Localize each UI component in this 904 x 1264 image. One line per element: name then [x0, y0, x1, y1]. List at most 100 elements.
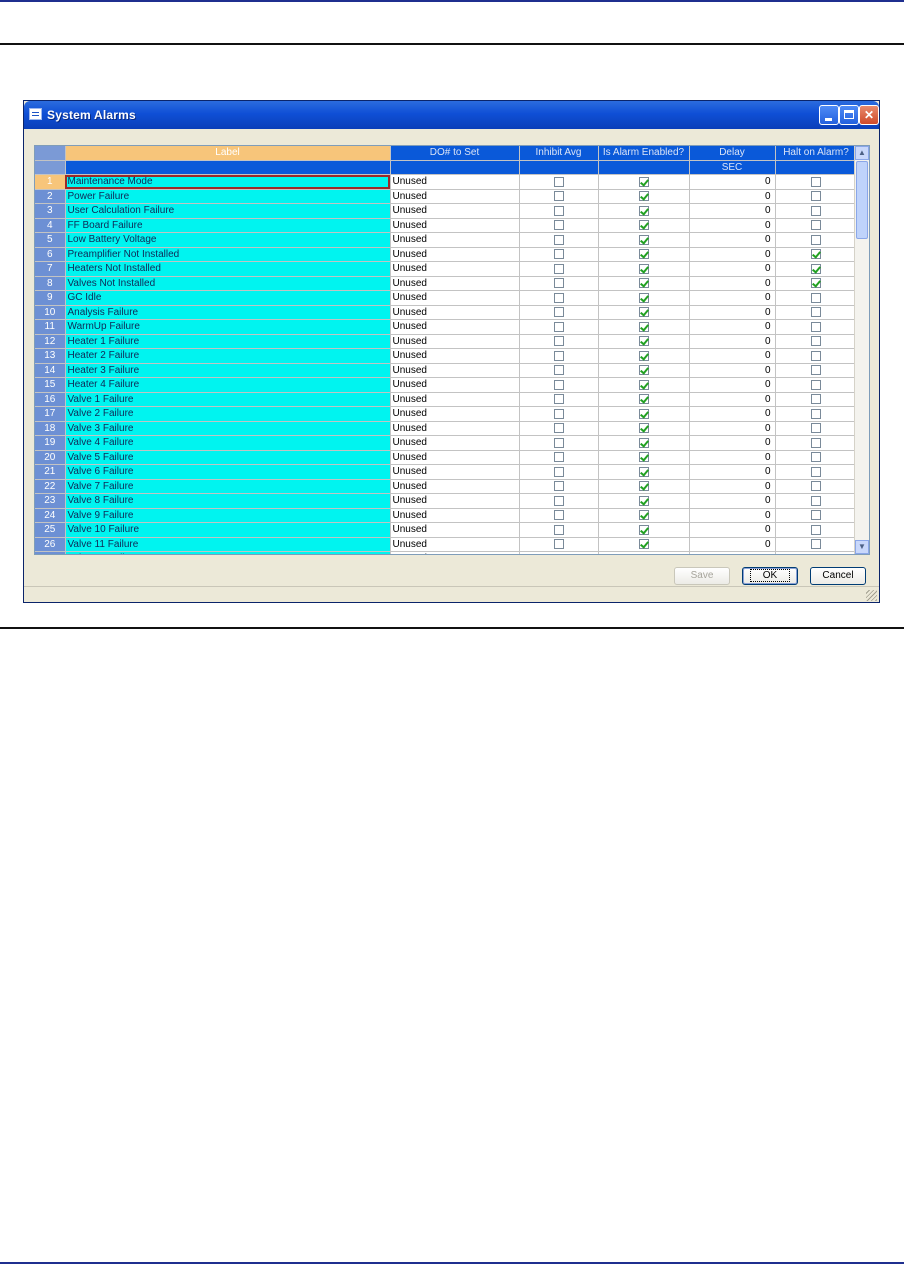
halt-on-alarm-checkbox[interactable] — [811, 321, 821, 332]
alarm-label-cell[interactable]: Valve 12 Failure — [65, 551, 391, 554]
alarm-enabled-checkbox[interactable] — [638, 205, 649, 216]
do-to-set-cell[interactable]: Unused — [390, 435, 520, 451]
delay-cell[interactable]: 0 — [689, 348, 776, 364]
alarm-label-cell[interactable]: Analysis Failure — [65, 305, 391, 320]
delay-cell[interactable]: 0 — [689, 464, 776, 480]
table-row[interactable]: 10 Analysis Failure Unused 0 — [35, 305, 858, 320]
row-number[interactable]: 26 — [35, 537, 66, 552]
do-to-set-cell[interactable]: Unused — [390, 421, 520, 436]
inhibit-avg-checkbox[interactable] — [553, 220, 564, 231]
table-row[interactable]: 13 Heater 2 Failure Unused 0 — [35, 348, 858, 364]
table-row[interactable]: 19 Valve 4 Failure Unused 0 — [35, 435, 858, 451]
inhibit-avg-checkbox[interactable] — [553, 365, 564, 376]
do-to-set-cell[interactable]: Unused — [390, 522, 520, 538]
inhibit-avg-checkbox[interactable] — [553, 176, 564, 187]
column-header-enabled[interactable]: Is Alarm Enabled? — [598, 146, 690, 161]
alarm-label-cell[interactable]: Maintenance Mode — [65, 174, 391, 190]
halt-on-alarm-checkbox[interactable] — [811, 249, 821, 260]
alarm-enabled-checkbox[interactable] — [638, 394, 649, 405]
row-number[interactable]: 20 — [35, 450, 66, 465]
delay-cell[interactable]: 0 — [689, 290, 776, 306]
alarm-enabled-checkbox[interactable] — [638, 336, 649, 347]
table-row[interactable]: 2 Power Failure Unused 0 — [35, 189, 858, 204]
delay-cell[interactable]: 0 — [689, 203, 776, 219]
cancel-button[interactable]: Cancel — [810, 567, 866, 585]
alarm-label-cell[interactable]: Heater 4 Failure — [65, 377, 391, 393]
row-number[interactable]: 19 — [35, 435, 66, 451]
inhibit-avg-checkbox[interactable] — [553, 278, 564, 289]
maximize-button[interactable] — [839, 105, 859, 125]
delay-cell[interactable]: 0 — [689, 435, 776, 451]
halt-on-alarm-checkbox[interactable] — [811, 452, 821, 463]
alarm-label-cell[interactable]: Low Battery Voltage — [65, 232, 391, 248]
do-to-set-cell[interactable]: Unused — [390, 493, 520, 509]
delay-cell[interactable]: 0 — [689, 319, 776, 335]
halt-on-alarm-checkbox[interactable] — [811, 234, 821, 245]
do-to-set-cell[interactable]: Unused — [390, 189, 520, 204]
inhibit-avg-checkbox[interactable] — [553, 553, 564, 554]
column-header-delay[interactable]: Delay — [689, 146, 776, 161]
table-row[interactable]: 25 Valve 10 Failure Unused 0 — [35, 522, 858, 538]
alarm-label-cell[interactable]: Valve 10 Failure — [65, 522, 391, 538]
row-number[interactable]: 2 — [35, 189, 66, 204]
column-header-inhibit[interactable]: Inhibit Avg — [519, 146, 599, 161]
alarm-label-cell[interactable]: Valve 3 Failure — [65, 421, 391, 436]
halt-on-alarm-checkbox[interactable] — [811, 336, 821, 347]
table-row[interactable]: 11 WarmUp Failure Unused 0 — [35, 319, 858, 335]
alarm-enabled-checkbox[interactable] — [638, 249, 649, 260]
inhibit-avg-checkbox[interactable] — [553, 263, 564, 274]
do-to-set-cell[interactable]: Unused — [390, 406, 520, 422]
alarm-label-cell[interactable]: Valve 2 Failure — [65, 406, 391, 422]
table-row[interactable]: 20 Valve 5 Failure Unused 0 — [35, 450, 858, 465]
table-row[interactable]: 12 Heater 1 Failure Unused 0 — [35, 334, 858, 349]
alarm-label-cell[interactable]: Valves Not Installed — [65, 276, 391, 291]
alarm-enabled-checkbox[interactable] — [638, 452, 649, 463]
table-row[interactable]: 23 Valve 8 Failure Unused 0 — [35, 493, 858, 509]
alarm-enabled-checkbox[interactable] — [638, 350, 649, 361]
do-to-set-cell[interactable]: Unused — [390, 290, 520, 306]
alarm-enabled-checkbox[interactable] — [638, 321, 649, 332]
alarm-enabled-checkbox[interactable] — [638, 539, 649, 550]
alarm-enabled-checkbox[interactable] — [638, 524, 649, 535]
do-to-set-cell[interactable]: Unused — [390, 363, 520, 378]
alarm-enabled-checkbox[interactable] — [638, 220, 649, 231]
halt-on-alarm-checkbox[interactable] — [811, 176, 821, 187]
delay-cell[interactable]: 0 — [689, 174, 776, 190]
inhibit-avg-checkbox[interactable] — [553, 524, 564, 535]
inhibit-avg-checkbox[interactable] — [553, 307, 564, 318]
halt-on-alarm-checkbox[interactable] — [811, 365, 821, 376]
table-row[interactable]: 27Valve 12 FailureUnused 0 — [35, 551, 858, 554]
halt-on-alarm-checkbox[interactable] — [811, 220, 821, 231]
close-button[interactable]: ✕ — [859, 105, 879, 125]
row-number[interactable]: 13 — [35, 348, 66, 364]
do-to-set-cell[interactable]: Unused — [390, 377, 520, 393]
ok-button[interactable]: OK — [742, 567, 798, 585]
alarm-enabled-checkbox[interactable] — [638, 292, 649, 303]
delay-cell[interactable]: 0 — [689, 479, 776, 494]
halt-on-alarm-checkbox[interactable] — [811, 394, 821, 405]
delay-cell[interactable]: 0 — [689, 247, 776, 262]
save-button[interactable]: Save — [674, 567, 730, 585]
delay-cell[interactable]: 0 — [689, 305, 776, 320]
alarm-enabled-checkbox[interactable] — [638, 408, 649, 419]
table-row[interactable]: 15 Heater 4 Failure Unused 0 — [35, 377, 858, 393]
table-row[interactable]: 26 Valve 11 Failure Unused 0 — [35, 537, 858, 552]
halt-on-alarm-checkbox[interactable] — [811, 466, 821, 477]
halt-on-alarm-checkbox[interactable] — [811, 495, 821, 506]
halt-on-alarm-checkbox[interactable] — [811, 278, 821, 289]
alarm-enabled-checkbox[interactable] — [638, 437, 649, 448]
inhibit-avg-checkbox[interactable] — [553, 249, 564, 260]
alarm-label-cell[interactable]: WarmUp Failure — [65, 319, 391, 335]
row-number[interactable]: 16 — [35, 392, 66, 407]
delay-cell[interactable]: 0 — [689, 334, 776, 349]
delay-cell[interactable]: 0 — [689, 363, 776, 378]
delay-cell[interactable]: 0 — [689, 493, 776, 509]
alarm-label-cell[interactable]: Valve 1 Failure — [65, 392, 391, 407]
alarm-enabled-checkbox[interactable] — [638, 176, 649, 187]
alarm-enabled-checkbox[interactable] — [638, 553, 649, 554]
alarm-enabled-checkbox[interactable] — [638, 495, 649, 506]
row-number[interactable]: 3 — [35, 203, 66, 219]
table-row[interactable]: 7 Heaters Not Installed Unused 0 — [35, 261, 858, 277]
halt-on-alarm-checkbox[interactable] — [811, 539, 821, 550]
inhibit-avg-checkbox[interactable] — [553, 466, 564, 477]
